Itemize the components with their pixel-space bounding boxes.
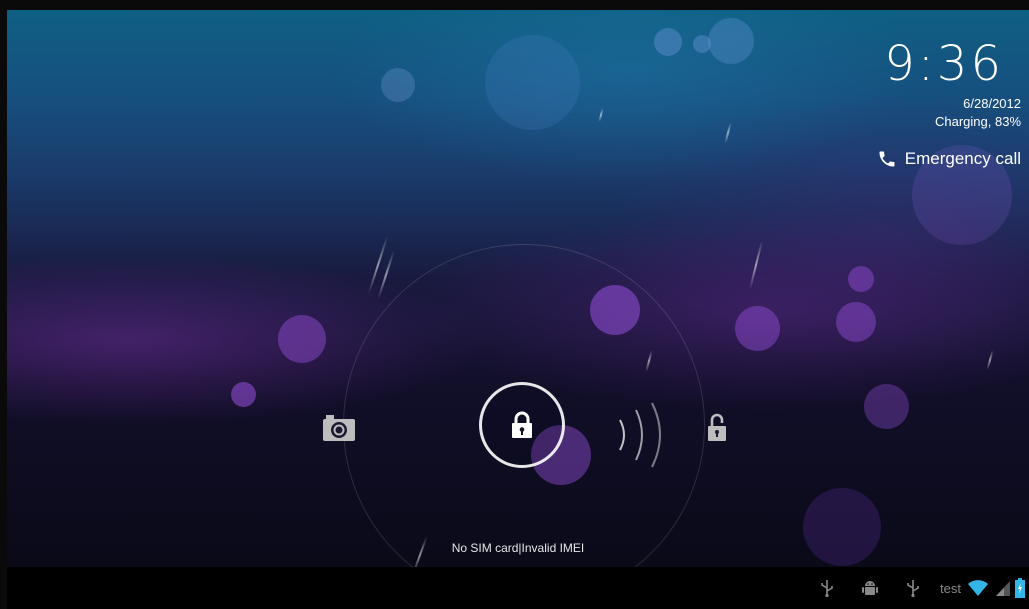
lock-handle[interactable] <box>479 382 565 468</box>
camera-icon <box>323 415 355 441</box>
clock-time: 9:36 <box>884 36 1004 92</box>
wifi-icon[interactable] <box>967 579 989 597</box>
carrier-status-text: No SIM card|Invalid IMEI <box>451 541 585 555</box>
phone-icon <box>879 151 895 167</box>
battery-charging-icon[interactable] <box>1015 578 1025 598</box>
signal-icon[interactable] <box>995 579 1011 597</box>
unlock-target[interactable] <box>707 413 727 448</box>
status-icons: test <box>802 567 1029 609</box>
network-name: test <box>940 580 961 596</box>
camera-target[interactable] <box>321 413 357 448</box>
charging-status: Charging, 83% <box>935 114 1021 129</box>
clock-date: 6/28/2012 <box>963 96 1021 111</box>
emergency-call-label: Emergency call <box>904 149 1021 168</box>
usb-icon[interactable] <box>906 578 920 598</box>
system-bar: test <box>7 567 1029 609</box>
android-debug-icon[interactable] <box>862 578 879 598</box>
lock-icon <box>512 411 532 438</box>
unlock-icon <box>708 413 726 441</box>
lock-screen: 9:36 6/28/2012 Charging, 83% Emergency c… <box>7 10 1029 609</box>
swipe-hint-arcs <box>619 402 661 468</box>
emergency-call-button[interactable]: Emergency call <box>877 149 1021 169</box>
usb-icon[interactable] <box>820 578 834 598</box>
